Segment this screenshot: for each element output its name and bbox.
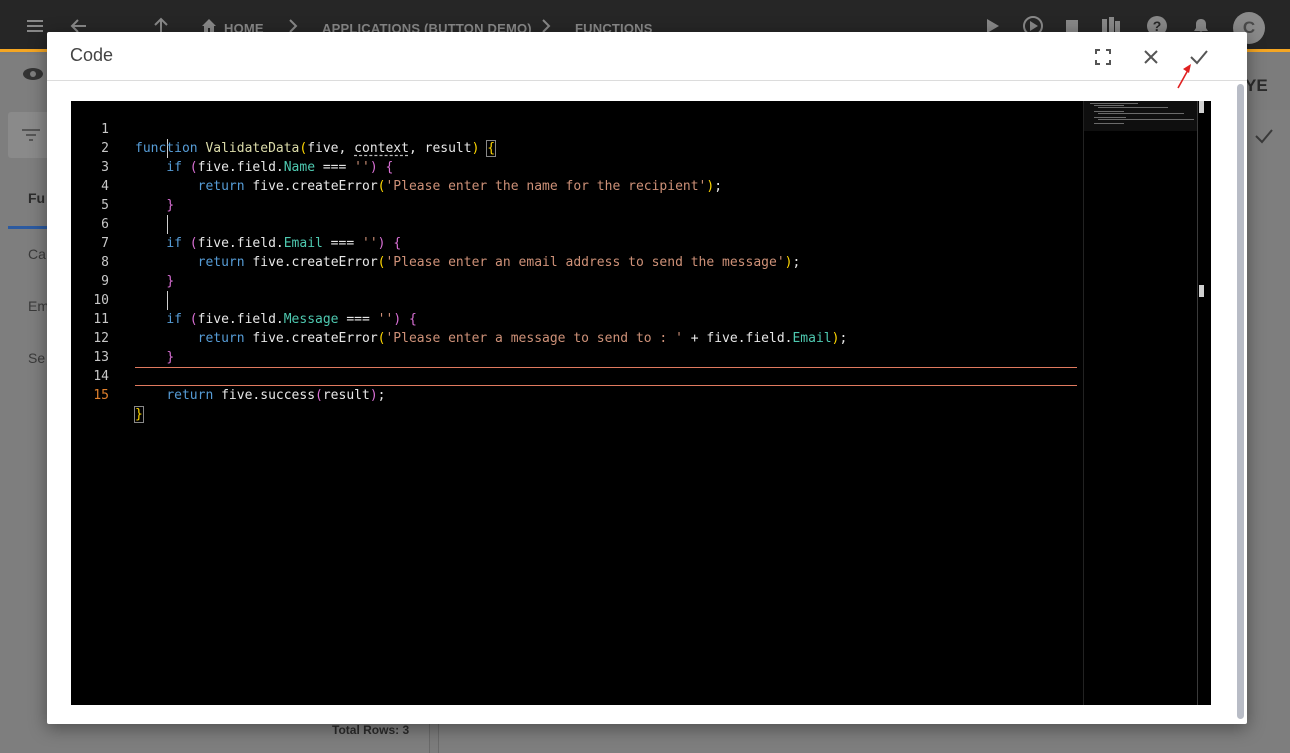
code-editor[interactable]: 1 function ValidateData(five, context, r… (71, 101, 1211, 705)
code-line[interactable]: 2 if (five.field.Name === '') { (71, 120, 1077, 175)
code-line[interactable]: 15 } (71, 367, 1077, 423)
editor-scrollbar[interactable] (1197, 101, 1211, 705)
fullscreen-icon (1095, 49, 1111, 65)
dialog-header: Code (47, 32, 1247, 81)
code-line[interactable]: 13 (71, 329, 1077, 365)
scroll-marker (1199, 285, 1204, 297)
annotation-arrow-icon (1177, 64, 1191, 89)
dialog-title: Code (70, 45, 114, 65)
code-line[interactable]: 8 } (71, 234, 1077, 289)
code-dialog: Code 1 function ValidateData(five, conte… (47, 32, 1247, 724)
tab-indicator (8, 226, 48, 229)
code-line[interactable]: 14 return five.success(result); (71, 348, 1077, 403)
code-line[interactable]: 6 if (five.field.Email === '') { (71, 196, 1077, 251)
code-line[interactable]: 4 } (71, 158, 1077, 213)
fullscreen-button[interactable] (1090, 44, 1116, 70)
code-line[interactable]: 10 if (five.field.Message === '') { (71, 272, 1077, 327)
menu-icon[interactable] (26, 17, 44, 35)
code-line[interactable]: 5 (71, 177, 1077, 213)
eye-icon[interactable] (22, 66, 44, 82)
code-line[interactable]: 9 (71, 253, 1077, 289)
filter-icon[interactable] (22, 128, 40, 142)
total-rows-label: Total Rows: 3 (332, 723, 410, 737)
code-line[interactable]: 11 return five.createError('Please enter… (71, 291, 1077, 346)
check-icon[interactable] (1253, 125, 1275, 147)
scroll-thumb[interactable] (1199, 101, 1204, 113)
close-icon (1144, 50, 1158, 64)
line-number: 15 (93, 388, 109, 403)
code-line[interactable]: 1 function ValidateData(five, context, r… (71, 101, 1077, 157)
save-label[interactable]: YE (1245, 76, 1268, 96)
code-line[interactable]: 7 return five.createError('Please enter … (71, 215, 1077, 270)
dialog-scrollbar[interactable] (1237, 84, 1244, 719)
close-button[interactable] (1138, 44, 1164, 70)
code-line[interactable]: 12 } (71, 310, 1077, 365)
code-line[interactable]: 3 return five.createError('Please enter … (71, 139, 1077, 194)
tab-functions[interactable]: Fu (28, 190, 45, 206)
code-minimap[interactable] (1083, 101, 1198, 705)
